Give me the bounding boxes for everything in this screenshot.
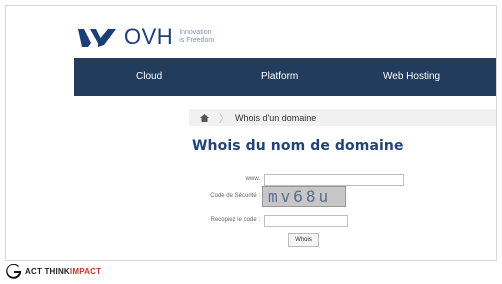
captcha-label: Code de Sécurité : <box>210 193 260 199</box>
captcha-input[interactable] <box>264 215 348 227</box>
breadcrumb-current: Whois d'un domaine <box>235 112 317 123</box>
tagline-line-2: is Freedom <box>179 37 215 44</box>
retype-code-label: Recopiez le code : <box>210 217 260 223</box>
brand-g-icon <box>6 263 21 279</box>
page-title: Whois du nom de domaine <box>192 138 404 154</box>
www-label: www. <box>245 176 260 182</box>
nav-item-cloud[interactable]: Cloud <box>136 58 162 96</box>
brand-text: ACT THINKIMPACT <box>25 267 101 276</box>
browser-frame: OVH Innovation is Freedom Cloud Platform… <box>5 5 497 261</box>
domain-input[interactable] <box>264 174 404 186</box>
breadcrumb: 〉 Whois d'un domaine <box>189 109 496 126</box>
brand-text-part2: IMPACT <box>69 266 102 276</box>
captcha-text: mv68u <box>268 187 332 206</box>
brand-text-part1: ACT THINK <box>25 266 70 276</box>
ovh-logo[interactable]: OVH Innovation is Freedom <box>78 24 214 50</box>
site-header: OVH Innovation is Freedom <box>6 6 496 58</box>
home-icon[interactable] <box>195 113 213 122</box>
nav-item-web-hosting[interactable]: Web Hosting <box>383 58 440 96</box>
breadcrumb-separator: 〉 <box>219 114 229 125</box>
whois-button[interactable]: Whois <box>288 233 319 247</box>
logo-tagline: Innovation is Freedom <box>179 29 214 45</box>
tagline-line-1: Innovation <box>179 29 212 36</box>
captcha-image: mv68u <box>262 186 346 207</box>
nav-item-platform[interactable]: Platform <box>261 58 298 96</box>
logo-name: OVH <box>124 24 174 49</box>
actthink-brand: ACT THINKIMPACT <box>6 263 101 279</box>
ovh-logo-icon <box>78 29 116 47</box>
main-nav: Cloud Platform Web Hosting <box>74 58 496 96</box>
